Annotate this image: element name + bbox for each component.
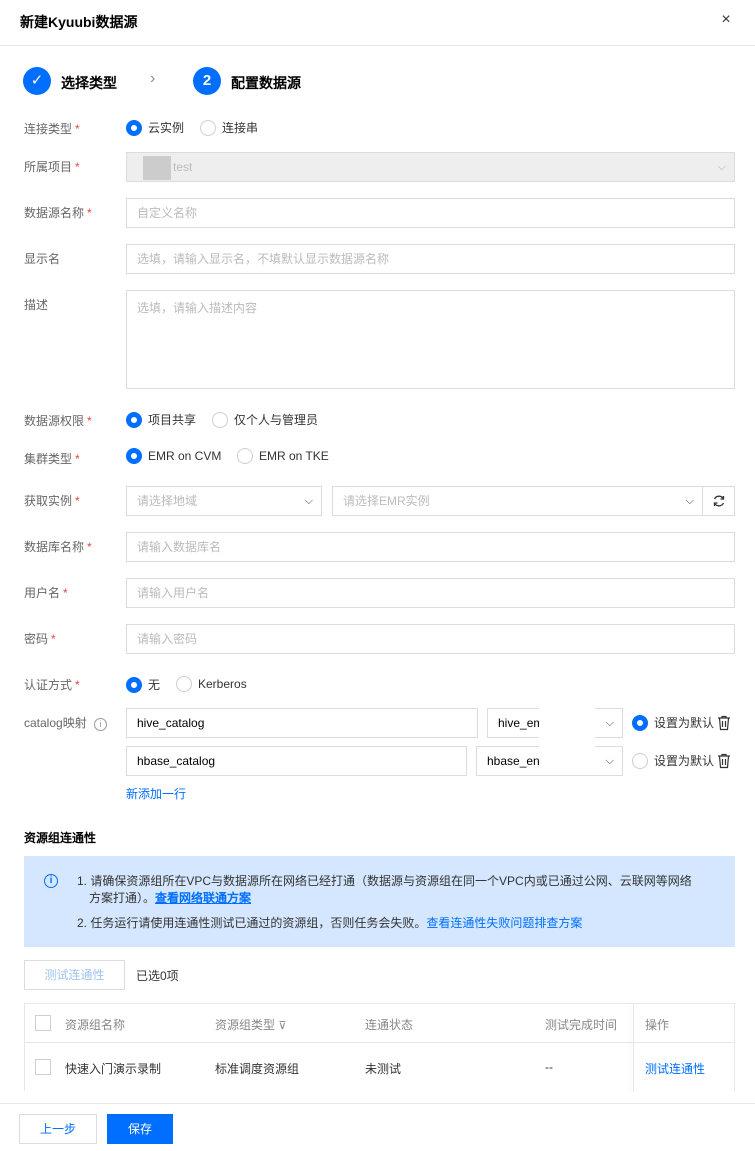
- radio-project-shared[interactable]: 项目共享: [126, 411, 196, 428]
- catalog-select-2-value: hbase_en: [487, 754, 540, 768]
- auth-label: 认证方式 *: [24, 678, 80, 692]
- step-label-config: 配置数据源: [231, 75, 301, 91]
- refresh-icon: [713, 495, 724, 507]
- dialog-title: 新建Kyuubi数据源: [20, 14, 138, 30]
- project-value: test: [173, 160, 193, 174]
- display-name-input[interactable]: 选填，请输入显示名，不填默认显示数据源名称: [126, 244, 735, 274]
- desc-label: 描述: [24, 298, 49, 312]
- row-divider: [25, 1042, 734, 1043]
- notice-line-1b: 方案打通）。查看网络联通方案: [89, 891, 252, 905]
- password-input[interactable]: 请输入密码: [126, 624, 735, 654]
- cell-status: 未测试: [365, 1062, 402, 1076]
- select-all-checkbox[interactable]: [35, 1015, 51, 1031]
- network-plan-link[interactable]: 查看网络联通方案: [155, 891, 251, 905]
- column-split: [633, 1004, 634, 1092]
- username-label: 用户名 *: [24, 586, 68, 600]
- radio-auth-none[interactable]: 无: [126, 676, 160, 693]
- close-icon[interactable]: ×: [716, 10, 736, 30]
- info-icon: i: [44, 874, 58, 888]
- add-row-link[interactable]: 新添加一行: [126, 785, 186, 802]
- cluster-type-label: 集群类型 *: [24, 452, 80, 466]
- resource-table: 资源组名称 资源组类型 ⊽ 连通状态 测试完成时间 操作 快速入门演示录制 标准…: [24, 1003, 735, 1092]
- row-test-link[interactable]: 测试连通性: [645, 1060, 705, 1077]
- th-action: 操作: [645, 1018, 670, 1032]
- radio-emr-tke[interactable]: EMR on TKE: [237, 448, 329, 464]
- radio-set-default-1[interactable]: 设置为默认: [632, 714, 714, 731]
- chevron-down-icon: ⌵: [605, 755, 614, 767]
- catalog-select-1-value: hive_em: [498, 716, 544, 730]
- instance-label: 获取实例 *: [24, 494, 80, 508]
- filter-icon[interactable]: ⊽: [278, 1020, 286, 1032]
- th-name: 资源组名称: [65, 1018, 126, 1032]
- db-name-input[interactable]: 请输入数据库名: [126, 532, 735, 562]
- trash-icon[interactable]: [717, 715, 731, 731]
- info-icon: i: [94, 718, 108, 731]
- test-connectivity-button[interactable]: 测试连通性: [24, 960, 125, 990]
- step-done-check-icon: ✓: [23, 67, 51, 95]
- resource-section-title: 资源组连通性: [24, 831, 97, 845]
- notice-line-1: 1. 请确保资源组所在VPC与数据源所在网络已经打通（数据源与资源组在同一个VP…: [77, 874, 692, 888]
- emr-instance-select[interactable]: 请选择EMR实例 ⌵: [332, 486, 703, 516]
- region-select[interactable]: 请选择地域 ⌵: [126, 486, 322, 516]
- ds-name-label: 数据源名称 *: [24, 206, 92, 220]
- th-time: 测试完成时间: [545, 1018, 618, 1032]
- row-checkbox[interactable]: [35, 1059, 51, 1075]
- notice-line-2: 2. 任务运行请使用连通性测试已通过的资源组，否则任务会失败。查看连通性失败问题…: [77, 916, 583, 930]
- dialog-footer: 上一步 保存: [0, 1103, 755, 1151]
- cell-type: 标准调度资源组: [215, 1062, 300, 1076]
- desc-textarea[interactable]: 选填，请输入描述内容: [126, 290, 735, 389]
- selected-count: 已选0项: [136, 969, 179, 983]
- chevron-down-icon: ⌵: [605, 717, 614, 729]
- conn-type-label: 连接类型 *: [24, 122, 80, 136]
- redaction-mask: [539, 707, 595, 770]
- trash-icon[interactable]: [717, 753, 731, 769]
- notice-box: i 1. 请确保资源组所在VPC与数据源所在网络已经打通（数据源与资源组在同一个…: [24, 856, 735, 947]
- catalog-label: catalog映射 i: [24, 714, 108, 731]
- cell-name: 快速入门演示录制: [65, 1062, 162, 1076]
- step-label-select-type: 选择类型: [61, 75, 117, 91]
- region-placeholder: 请选择地域: [137, 494, 198, 508]
- step-number-2: 2: [193, 67, 221, 95]
- catalog-name-input-2[interactable]: hbase_catalog: [126, 746, 467, 776]
- save-button[interactable]: 保存: [107, 1114, 173, 1144]
- radio-set-default-2[interactable]: 设置为默认: [632, 752, 714, 769]
- radio-personal-admin[interactable]: 仅个人与管理员: [212, 411, 318, 428]
- radio-cloud-instance[interactable]: 云实例: [126, 119, 184, 136]
- redacted-block: [143, 155, 171, 180]
- prev-button[interactable]: 上一步: [19, 1114, 97, 1144]
- cell-time: --: [545, 1060, 553, 1074]
- th-status: 连通状态: [365, 1018, 414, 1032]
- dialog-header: 新建Kyuubi数据源 ×: [0, 0, 755, 46]
- chevron-right-icon: ›: [150, 70, 156, 87]
- radio-emr-cvm[interactable]: EMR on CVM: [126, 448, 221, 464]
- radio-conn-string[interactable]: 连接串: [200, 119, 258, 136]
- catalog-name-input-1[interactable]: hive_catalog: [126, 708, 478, 738]
- display-name-label: 显示名: [24, 252, 61, 266]
- chevron-down-icon: ⌵: [304, 495, 313, 507]
- radio-auth-kerberos[interactable]: Kerberos: [176, 676, 247, 692]
- troubleshoot-link[interactable]: 查看连通性失败问题排查方案: [426, 916, 582, 930]
- chevron-down-icon: ⌵: [717, 161, 726, 173]
- ds-name-input[interactable]: 自定义名称: [126, 198, 735, 228]
- db-name-label: 数据库名称 *: [24, 540, 92, 554]
- password-label: 密码 *: [24, 632, 56, 646]
- project-select[interactable]: test ⌵: [126, 152, 735, 182]
- username-input[interactable]: 请输入用户名: [126, 578, 735, 608]
- th-type: 资源组类型 ⊽: [215, 1018, 287, 1032]
- permission-label: 数据源权限 *: [24, 414, 92, 428]
- project-label: 所属项目 *: [24, 160, 80, 174]
- refresh-button[interactable]: [702, 486, 735, 516]
- emr-placeholder: 请选择EMR实例: [343, 494, 430, 508]
- chevron-down-icon: ⌵: [685, 495, 694, 507]
